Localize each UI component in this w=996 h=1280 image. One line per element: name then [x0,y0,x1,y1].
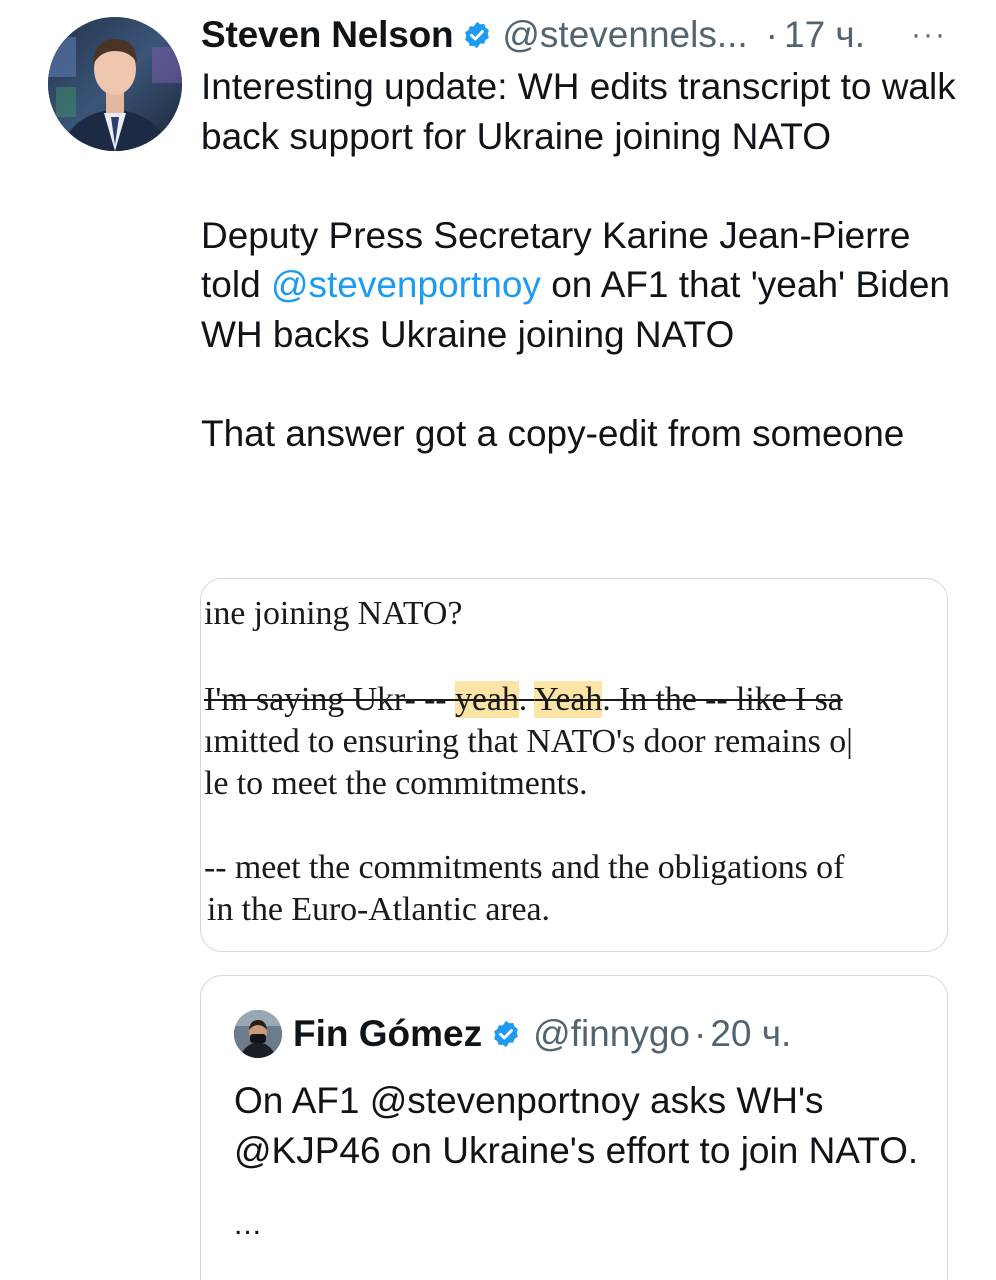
transcript-line: ine joining NATO? [204,595,463,632]
header-separator: · [765,14,778,55]
tweet-header: Steven Nelson @stevennels... · 17 ч. ··· [201,12,961,58]
author-avatar[interactable] [48,17,182,151]
tweet-paragraph-1: Interesting update: WH edits transcript … [201,66,956,157]
author-name[interactable]: Steven Nelson [201,12,454,58]
transcript-line: le to meet the commitments. [204,765,588,802]
quoted-tweet[interactable]: Fin Gómez @finnygo · 20 ч. On AF1 @steve… [200,975,948,1280]
tweet-paragraph-3: That answer got a copy-edit from someone [201,412,905,454]
author-handle[interactable]: @stevennels... [502,12,747,58]
verified-badge-icon [462,20,492,50]
strikethrough-text: . [518,681,535,718]
transcript-line: -- meet the commitments and the obligati… [204,849,845,886]
attached-image[interactable]: ine joining NATO? I'm saying Ukr- -- yea… [200,578,948,952]
transcript-line: ımitted to ensuring that NATO's door rem… [204,723,853,760]
transcript-edited-line: I'm saying Ukr- -- yeah. Yeah. In the --… [204,681,843,719]
quoted-author-avatar [234,1010,282,1058]
quoted-author-handle[interactable]: @finnygo [533,1010,690,1058]
mention-link[interactable]: @stevenportnoy [271,264,541,305]
tweet[interactable]: Steven Nelson @stevennels... · 17 ч. ···… [0,0,996,1280]
highlighted-text: Yeah [534,681,603,718]
transcript-line: in the Euro-Atlantic area. [207,891,550,928]
tweet-timestamp[interactable]: 17 ч. [784,12,865,58]
quoted-tweet-header: Fin Gómez @finnygo · 20 ч. [293,1010,791,1058]
strikethrough-text: . In the -- like I sa [602,681,843,718]
quoted-author-name[interactable]: Fin Gómez [293,1010,482,1058]
highlighted-text: yeah [454,681,519,718]
quoted-tweet-text: On AF1 @stevenportnoy asks WH's @KJP46 o… [234,1080,919,1171]
quoted-header-separator: · [694,1013,707,1054]
quoted-tweet-ellipsis: ... [234,1208,263,1241]
quoted-tweet-timestamp[interactable]: 20 ч. [710,1010,791,1058]
tweet-text: Interesting update: WH edits transcript … [201,62,971,458]
strikethrough-text: I'm saying Ukr- -- [204,681,455,718]
verified-badge-icon [491,1019,521,1049]
tweet-paragraph-2: Deputy Press Secretary Karine Jean-Pierr… [201,211,971,360]
more-options-icon[interactable]: ··· [911,12,947,58]
